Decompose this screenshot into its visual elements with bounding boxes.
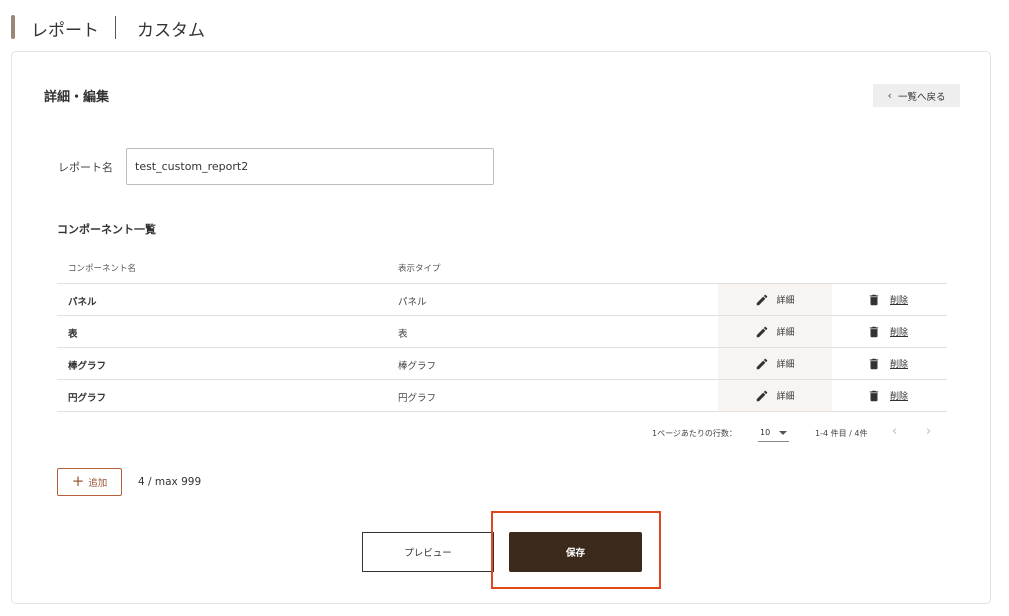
page-title: レポート (31, 21, 99, 41)
section-title: 詳細・編集 (44, 90, 110, 105)
component-name: パネル (68, 297, 97, 308)
report-name-input[interactable] (126, 148, 494, 185)
back-to-list-label: 一覧へ戻る (897, 91, 946, 103)
pagination-range: 1-4 件目 / 4件 (815, 429, 868, 438)
plus-icon: + (71, 471, 85, 490)
detail-label: 詳細 (776, 328, 795, 338)
report-name-label: レポート名 (58, 161, 113, 174)
back-to-list-button[interactable]: ‹ 一覧へ戻る (873, 84, 960, 107)
detail-label: 詳細 (776, 360, 795, 370)
trash-icon (867, 357, 881, 371)
pencil-icon (755, 389, 769, 403)
preview-label: プレビュー (404, 548, 452, 559)
delete-button[interactable]: 削除 (867, 316, 908, 347)
component-name: 棒グラフ (68, 361, 107, 372)
chevron-left-icon[interactable]: ‹ (892, 424, 897, 439)
detail-button[interactable]: 詳細 (718, 284, 832, 315)
save-button[interactable]: 保存 (509, 532, 642, 572)
save-label: 保存 (565, 548, 585, 559)
display-type: 円グラフ (398, 393, 437, 404)
display-type: 棒グラフ (398, 361, 437, 372)
component-name: 表 (68, 329, 78, 340)
delete-label: 削除 (890, 360, 909, 370)
chevron-right-icon[interactable]: › (926, 424, 931, 439)
delete-button[interactable]: 削除 (867, 284, 908, 315)
delete-label: 削除 (890, 296, 909, 306)
trash-icon (867, 389, 881, 403)
rows-per-page-select[interactable]: 10 (758, 424, 789, 442)
header-divider (115, 16, 116, 39)
add-label: 追加 (88, 478, 108, 489)
display-type: 表 (398, 329, 408, 340)
component-count: 4 / max 999 (138, 476, 202, 488)
preview-button[interactable]: プレビュー (362, 532, 494, 572)
component-name: 円グラフ (68, 393, 107, 404)
table-row: パネル パネル 詳細 削除 (57, 283, 947, 315)
caret-down-icon (779, 430, 787, 435)
detail-button[interactable]: 詳細 (718, 380, 832, 411)
detail-label: 詳細 (776, 296, 795, 306)
trash-icon (867, 325, 881, 339)
detail-button[interactable]: 詳細 (718, 348, 832, 379)
delete-button[interactable]: 削除 (867, 348, 908, 379)
column-header-display-type: 表示タイプ (398, 264, 441, 274)
chevron-left-icon: ‹ (887, 89, 892, 102)
delete-button[interactable]: 削除 (867, 380, 908, 411)
trash-icon (867, 293, 881, 307)
detail-button[interactable]: 詳細 (718, 316, 832, 347)
page-subtitle: カスタム (137, 21, 205, 41)
pencil-icon (755, 293, 769, 307)
delete-label: 削除 (890, 328, 909, 338)
display-type: パネル (398, 297, 427, 308)
table-row: 表 表 詳細 削除 (57, 315, 947, 347)
delete-label: 削除 (890, 392, 909, 402)
add-component-button[interactable]: + 追加 (57, 468, 122, 496)
table-row: 棒グラフ 棒グラフ 詳細 削除 (57, 347, 947, 379)
component-list-title: コンポーネント一覧 (57, 223, 156, 236)
pencil-icon (755, 357, 769, 371)
rows-per-page-label: 1ページあたりの行数： (652, 429, 737, 438)
column-header-component-name: コンポーネント名 (68, 264, 137, 274)
header-accent-bar (11, 15, 15, 39)
pencil-icon (755, 325, 769, 339)
table-row: 円グラフ 円グラフ 詳細 削除 (57, 379, 947, 412)
detail-label: 詳細 (776, 392, 795, 402)
rows-per-page-value: 10 (760, 428, 771, 437)
